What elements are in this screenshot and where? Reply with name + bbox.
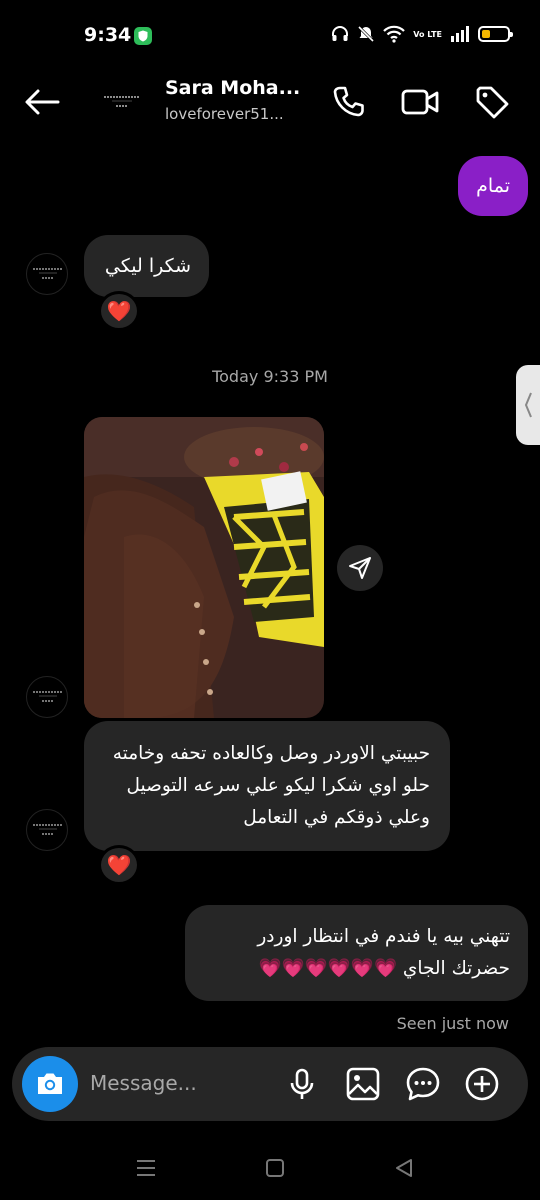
heart-reaction[interactable]: ❤️: [98, 845, 140, 885]
headphones-icon: [331, 25, 349, 43]
contact-avatar[interactable]: [98, 80, 146, 128]
phone-icon[interactable]: [328, 82, 368, 122]
tag-icon[interactable]: [472, 82, 512, 122]
contact-username[interactable]: loveforever51...: [165, 105, 284, 123]
message-text: حبيبتي الاوردر وصل وكالعاده تحفه وخامته …: [112, 743, 430, 828]
status-time: 9:34: [84, 24, 132, 46]
contact-name[interactable]: Sara Moha...: [165, 77, 300, 99]
menu-icon[interactable]: [134, 1156, 158, 1180]
message-bubble-outgoing[interactable]: تمام: [458, 156, 528, 216]
message-timestamp: Today 9:33 PM: [212, 367, 328, 386]
camera-icon: [38, 1073, 62, 1094]
mute-bell-icon: [357, 25, 375, 43]
message-bubble-incoming[interactable]: حبيبتي الاوردر وصل وكالعاده تحفه وخامته …: [84, 721, 450, 851]
sender-avatar[interactable]: [26, 809, 68, 851]
message-composer: Message...: [12, 1047, 528, 1121]
share-icon[interactable]: [337, 545, 383, 591]
volte-label: Vo LTE: [413, 29, 442, 39]
reaction-emoji: ❤️: [106, 853, 132, 877]
gallery-icon[interactable]: [345, 1066, 381, 1102]
back-triangle-icon[interactable]: [392, 1156, 416, 1180]
camera-button[interactable]: [22, 1056, 78, 1112]
status-icons: Vo LTE: [331, 25, 513, 43]
sender-avatar[interactable]: [26, 676, 68, 718]
microphone-icon[interactable]: [284, 1066, 320, 1102]
sticker-chat-icon[interactable]: [405, 1066, 441, 1102]
reaction-emoji: ❤️: [106, 299, 132, 323]
message-text: تتهني بيه يا فندم في انتظار اوردر حضرتك …: [257, 926, 510, 979]
add-icon[interactable]: [464, 1066, 500, 1102]
photo-message[interactable]: [84, 417, 324, 718]
back-arrow-icon[interactable]: [22, 82, 62, 122]
status-bar: 9:34 Vo LTE: [0, 0, 540, 70]
wifi-icon: [383, 25, 406, 43]
heart-reaction[interactable]: ❤️: [98, 291, 140, 331]
signal-icon: [450, 26, 470, 42]
message-bubble-outgoing[interactable]: تتهني بيه يا فندم في انتظار اوردر حضرتك …: [185, 905, 528, 1001]
chat-header: Sara Moha... loveforever51...: [0, 70, 540, 134]
sender-avatar[interactable]: [26, 253, 68, 295]
side-panel-handle[interactable]: [516, 365, 540, 445]
seen-status: Seen just now: [396, 1014, 509, 1033]
message-input[interactable]: Message...: [90, 1071, 197, 1095]
vpn-shield-icon: [133, 26, 153, 46]
message-bubble-incoming[interactable]: شكرا ليكي: [84, 235, 209, 297]
system-navbar: [0, 1140, 540, 1200]
message-text: تمام: [476, 175, 510, 197]
message-text: شكرا ليكي: [104, 255, 191, 277]
home-icon[interactable]: [263, 1156, 287, 1180]
video-camera-icon[interactable]: [400, 82, 440, 122]
battery-icon: [478, 26, 513, 42]
